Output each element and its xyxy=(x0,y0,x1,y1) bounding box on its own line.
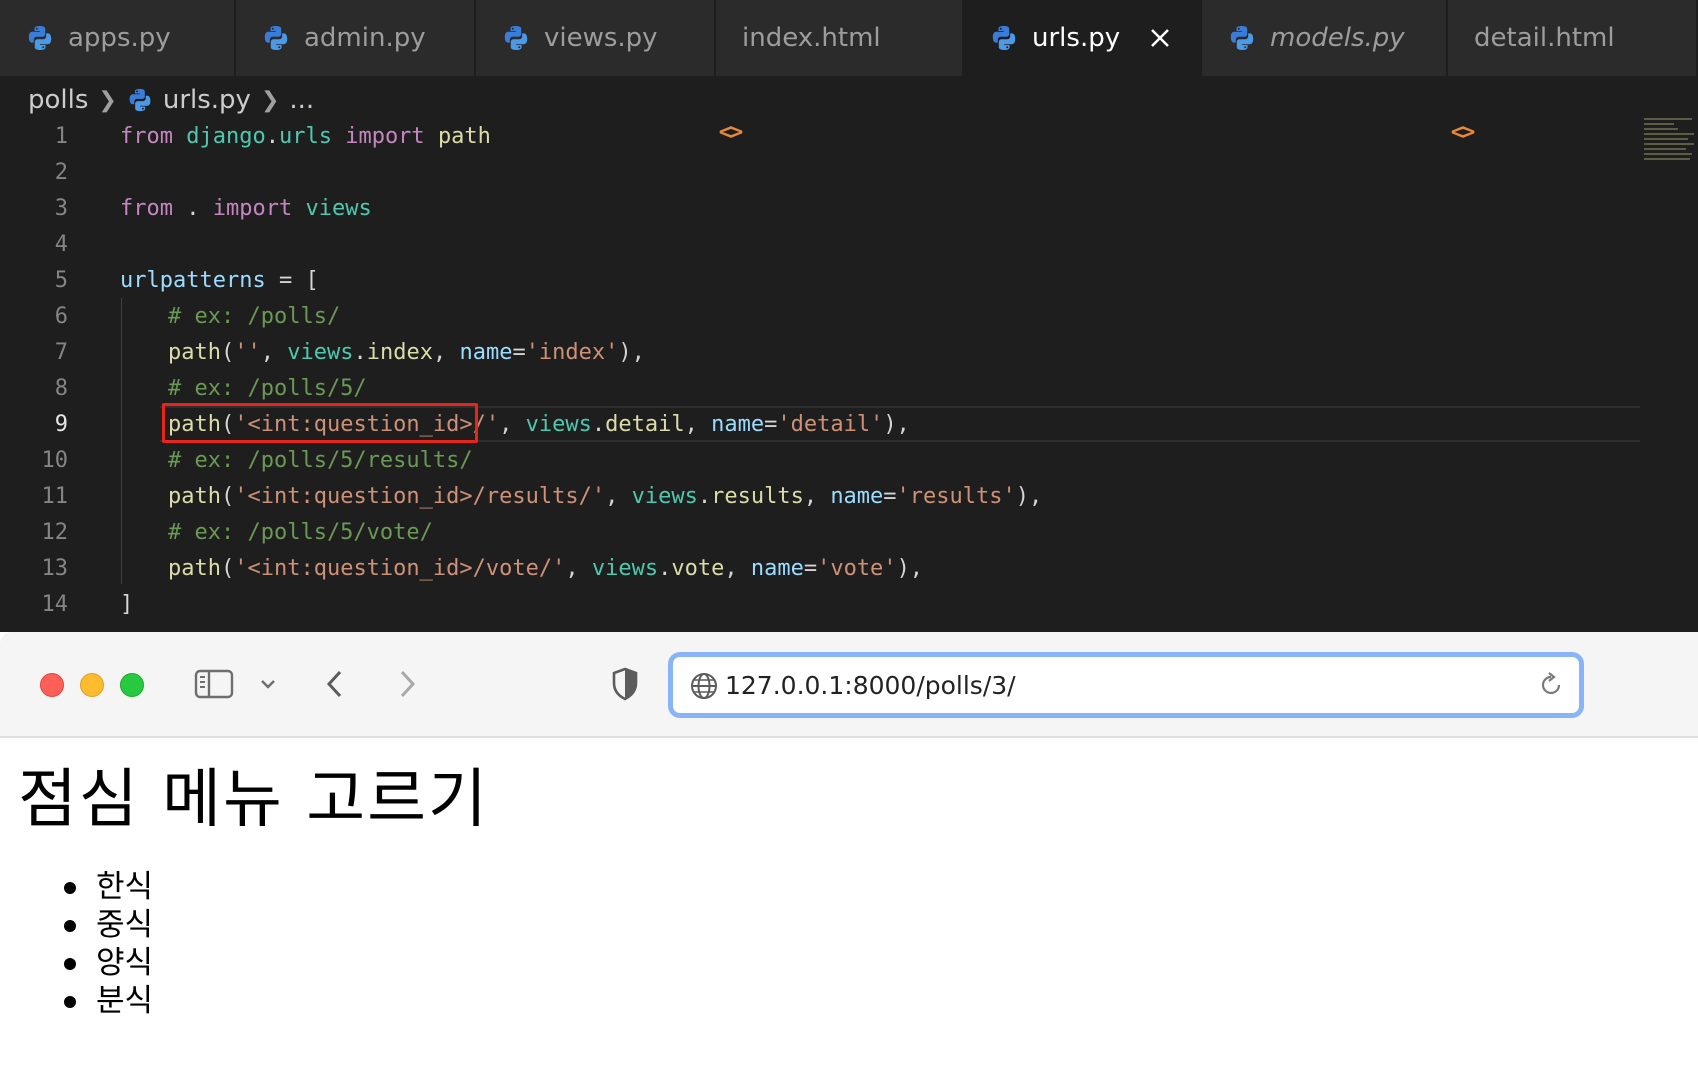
tab-models-py[interactable]: models.py xyxy=(1202,0,1448,76)
tab-urls-py[interactable]: urls.py xyxy=(964,0,1202,76)
forward-icon[interactable] xyxy=(394,666,420,702)
tab-label: index.html xyxy=(742,23,881,53)
code-line: 11 path('<int:question_id>/results/', vi… xyxy=(0,478,1640,514)
minimap[interactable] xyxy=(1644,118,1698,178)
code-line: 1 from django.urls import path xyxy=(0,118,1640,154)
breadcrumb-more[interactable]: ... xyxy=(289,85,314,115)
chevron-down-icon[interactable] xyxy=(258,672,278,696)
code-line: 13 path('<int:question_id>/vote/', views… xyxy=(0,550,1640,586)
code-line: 2 xyxy=(0,154,1640,190)
code-line: 6 # ex: /polls/ xyxy=(0,298,1640,334)
highlight-box xyxy=(162,403,478,443)
python-icon xyxy=(127,87,153,113)
breadcrumb-folder[interactable]: polls xyxy=(28,85,88,115)
list-item: 양식 xyxy=(60,944,153,982)
line-number: 7 xyxy=(54,339,68,365)
chevron-right-icon: ❯ xyxy=(98,87,117,113)
line-number: 13 xyxy=(41,555,69,581)
line-number: 9 xyxy=(54,411,68,437)
code-line: 7 path('', views.index, name='index'), xyxy=(0,334,1640,370)
code-line: 12 # ex: /polls/5/vote/ xyxy=(0,514,1640,550)
chevron-right-icon: ❯ xyxy=(260,87,280,113)
tab-label: urls.py xyxy=(1032,23,1121,53)
tab-admin-py[interactable]: admin.py xyxy=(236,0,476,76)
python-icon xyxy=(26,24,54,52)
tab-detail-html[interactable]: <> detail.html xyxy=(1448,0,1698,145)
line-number: 11 xyxy=(41,483,69,509)
breadcrumb-file[interactable]: urls.py xyxy=(163,85,251,115)
tab-index-html[interactable]: <> index.html xyxy=(716,0,964,145)
code-line: 5 urlpatterns = [ xyxy=(0,262,1640,298)
code-line: 3 from . import views xyxy=(0,190,1640,226)
python-icon xyxy=(1228,24,1256,52)
line-number: 5 xyxy=(54,267,68,293)
tab-label: models.py xyxy=(1270,23,1405,53)
list-item: 중식 xyxy=(60,906,153,944)
shield-icon[interactable] xyxy=(610,664,640,704)
line-comment: # ex: /polls/ xyxy=(168,303,341,329)
line-number: 2 xyxy=(54,159,68,185)
line-number: 10 xyxy=(41,447,69,473)
tab-label: admin.py xyxy=(304,23,426,53)
line-number: 3 xyxy=(54,195,68,221)
close-icon[interactable] xyxy=(1146,24,1174,52)
line-number: 1 xyxy=(54,123,68,149)
code-line: 10 # ex: /polls/5/results/ xyxy=(0,442,1640,478)
python-icon xyxy=(990,24,1018,52)
tab-apps-py[interactable]: apps.py xyxy=(0,0,236,76)
list-item: 분식 xyxy=(60,982,153,1020)
line-number: 4 xyxy=(54,231,68,257)
browser-toolbar xyxy=(0,632,1698,738)
sidebar-icon[interactable] xyxy=(194,666,234,702)
address-bar[interactable] xyxy=(668,652,1584,718)
line-comment: # ex: /polls/5/results/ xyxy=(168,447,473,473)
reload-icon[interactable] xyxy=(1537,671,1565,699)
choice-list: 한식 중식 양식 분식 xyxy=(60,868,153,1020)
line-number: 6 xyxy=(54,303,68,329)
code-area[interactable]: 1 from django.urls import path 2 3 from … xyxy=(0,118,1640,622)
line-text: path('', views.index, name='index'), xyxy=(168,339,645,365)
code-line: 8 # ex: /polls/5/ xyxy=(0,370,1640,406)
tab-label: apps.py xyxy=(68,23,171,53)
tab-label: detail.html xyxy=(1474,23,1615,53)
line-text: ] xyxy=(120,591,134,617)
browser-window: 점심 메뉴 고르기 한식 중식 양식 분식 xyxy=(0,632,1698,1070)
python-icon xyxy=(262,24,290,52)
tab-views-py[interactable]: views.py xyxy=(476,0,716,76)
code-line: 4 xyxy=(0,226,1640,262)
list-item: 한식 xyxy=(60,868,153,906)
line-text: from . import views xyxy=(120,195,372,221)
code-editor: apps.py admin.py views.py <> index.html … xyxy=(0,0,1698,632)
minimize-window-button[interactable] xyxy=(80,673,104,697)
line-comment: # ex: /polls/5/ xyxy=(168,375,367,401)
zoom-window-button[interactable] xyxy=(120,673,144,697)
line-text: urlpatterns = [ xyxy=(120,267,319,293)
url-input[interactable] xyxy=(725,665,1525,705)
line-number: 12 xyxy=(41,519,69,545)
code-line: 14 ] xyxy=(0,586,1640,622)
line-text: from django.urls import path xyxy=(120,123,491,149)
globe-icon xyxy=(691,673,717,699)
page-title: 점심 메뉴 고르기 xyxy=(18,763,489,837)
line-comment: # ex: /polls/5/vote/ xyxy=(168,519,433,545)
back-icon[interactable] xyxy=(322,666,348,702)
close-window-button[interactable] xyxy=(40,673,64,697)
line-number: 8 xyxy=(54,375,68,401)
line-text: path('<int:question_id>/results/', views… xyxy=(168,483,1043,509)
page-content: 점심 메뉴 고르기 한식 중식 양식 분식 xyxy=(0,738,1698,1070)
python-icon xyxy=(502,24,530,52)
editor-tab-bar: apps.py admin.py views.py <> index.html … xyxy=(0,0,1698,145)
tab-label: views.py xyxy=(544,23,658,53)
line-number: 14 xyxy=(41,591,69,617)
line-text: path('<int:question_id>/vote/', views.vo… xyxy=(168,555,924,581)
breadcrumb: polls ❯ urls.py ❯ ... xyxy=(28,80,314,120)
